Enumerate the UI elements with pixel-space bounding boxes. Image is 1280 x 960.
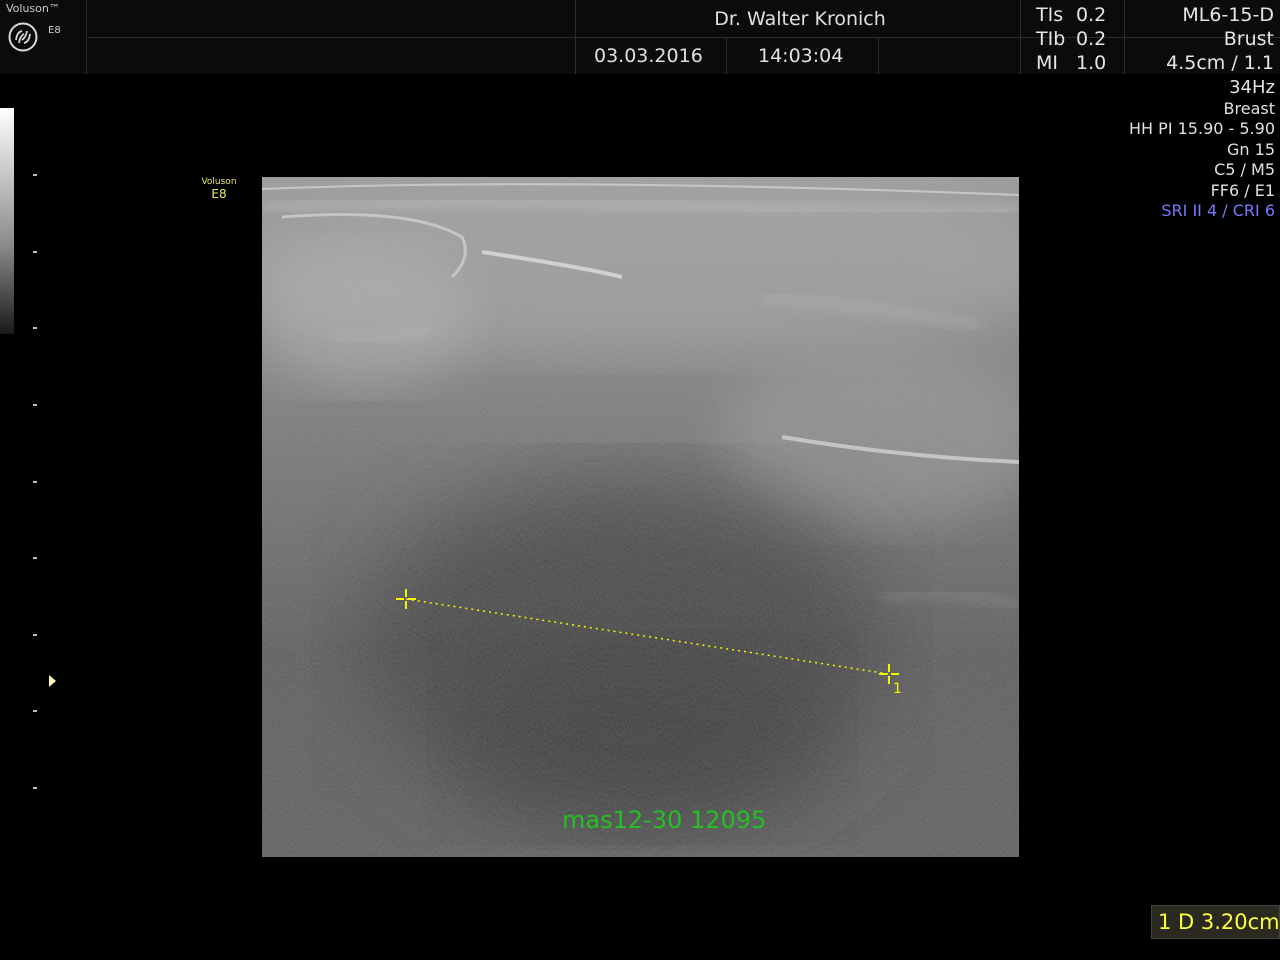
parameter-panel: 34Hz Breast HH PI 15.90 - 5.90 Gn 15 C5 … bbox=[1129, 77, 1275, 222]
image-annotation[interactable]: mas12-30 12095 bbox=[562, 806, 766, 834]
ge-logo-icon bbox=[8, 22, 38, 52]
depth-tick bbox=[33, 404, 37, 406]
mi-label: MI bbox=[1036, 52, 1058, 74]
depth-tick bbox=[33, 557, 37, 559]
ff-e-setting: FF6 / E1 bbox=[1210, 180, 1275, 200]
depth-tick bbox=[33, 710, 37, 712]
tib-readout: TIb 0.2 bbox=[1036, 28, 1106, 50]
mi-readout: MI 1.0 bbox=[1036, 52, 1106, 74]
depth-tick bbox=[33, 634, 37, 636]
probe-name: ML6-15-D bbox=[1182, 4, 1274, 26]
c-m-setting: C5 / M5 bbox=[1214, 160, 1275, 179]
doctor-name: Dr. Walter Kronich bbox=[714, 8, 886, 30]
tis-readout: TIs 0.2 bbox=[1036, 4, 1106, 26]
ultrasound-texture bbox=[262, 177, 1019, 857]
model-label: E8 bbox=[48, 25, 61, 36]
caliper-start-icon[interactable] bbox=[395, 588, 417, 610]
grayscale-bar bbox=[0, 108, 14, 334]
depth-tick bbox=[33, 787, 37, 789]
depth-tick bbox=[33, 174, 37, 176]
frame-rate: 34Hz bbox=[1229, 77, 1275, 98]
depth-tick bbox=[33, 327, 37, 329]
brand-label: Voluson™ bbox=[6, 2, 60, 15]
harmonic-setting: HH PI 15.90 - 5.90 bbox=[1129, 119, 1275, 138]
tib-label: TIb bbox=[1036, 28, 1066, 50]
measurement-result[interactable]: 1 D 3.20cm bbox=[1151, 905, 1280, 939]
tis-label: TIs bbox=[1036, 4, 1064, 26]
tis-value: 0.2 bbox=[1076, 4, 1107, 26]
depth-tick bbox=[33, 481, 37, 483]
ultrasound-image[interactable] bbox=[262, 177, 1019, 857]
image-watermark: Voluson E8 bbox=[199, 177, 239, 201]
depth-tick bbox=[33, 251, 37, 253]
exam-time: 14:03:04 bbox=[758, 45, 844, 67]
mi-value: 1.0 bbox=[1076, 52, 1107, 74]
tib-value: 0.2 bbox=[1076, 28, 1107, 50]
header-bar: Voluson™ E8 Dr. Walter Kronich 03.03.201… bbox=[0, 0, 1280, 74]
preset: Breast bbox=[1223, 98, 1275, 118]
depth-zoom: 4.5cm / 1.1 bbox=[1166, 52, 1274, 74]
focus-marker-icon[interactable] bbox=[49, 675, 56, 687]
watermark-model: E8 bbox=[211, 187, 227, 201]
gain-setting: Gn 15 bbox=[1227, 139, 1275, 159]
caliper-label: 1 bbox=[893, 681, 902, 697]
exam-date: 03.03.2016 bbox=[594, 45, 703, 67]
sri-cri-setting: SRI II 4 / CRI 6 bbox=[1161, 201, 1275, 220]
watermark-brand: Voluson bbox=[201, 177, 237, 187]
application-name: Brust bbox=[1223, 28, 1274, 50]
